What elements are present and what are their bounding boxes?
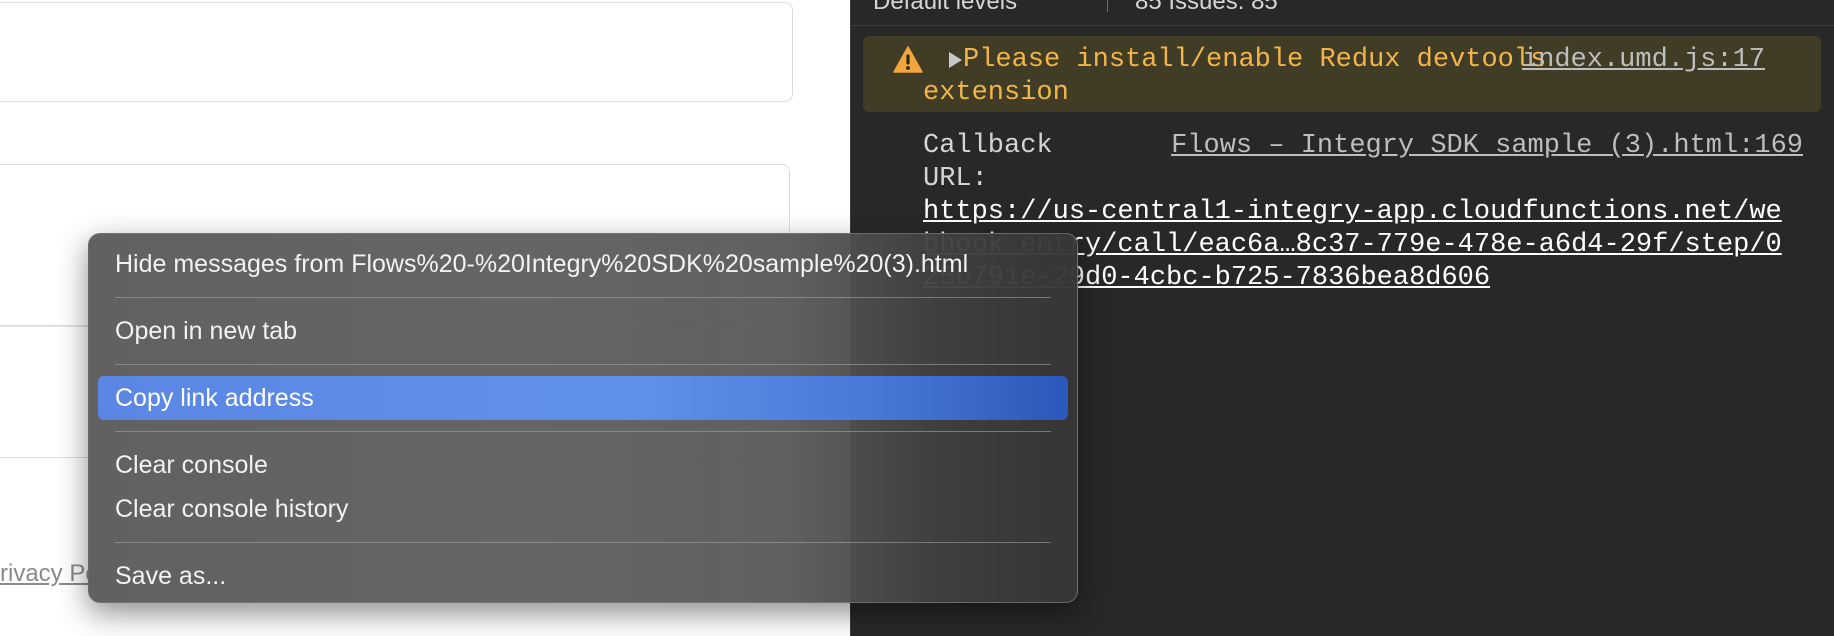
menu-item-copy-link-address[interactable]: Copy link address: [98, 376, 1068, 420]
menu-separator: [115, 297, 1051, 298]
menu-item-clear-console-history[interactable]: Clear console history: [98, 487, 1068, 531]
form-field-box[interactable]: [0, 2, 793, 102]
log-levels-dropdown[interactable]: Default levels: [873, 0, 1017, 16]
privacy-policy-link[interactable]: rivacy Po: [0, 560, 100, 588]
log-prefix: Callback URL:: [923, 131, 1053, 194]
warning-text: Please install/enable Redux devtools ext…: [923, 45, 1547, 108]
context-menu: Hide messages from Flows%20-%20Integry%2…: [88, 233, 1078, 603]
console-warning-message[interactable]: Please install/enable Redux devtools ext…: [863, 36, 1821, 112]
warning-source-link[interactable]: index.umd.js:17: [1522, 44, 1765, 77]
warning-icon: [893, 46, 923, 73]
console-toolbar: Default levels 85 Issues: 85: [851, 0, 1834, 26]
menu-item-hide-messages[interactable]: Hide messages from Flows%20-%20Integry%2…: [98, 242, 1068, 286]
issues-counter[interactable]: 85 Issues: 85: [1135, 0, 1278, 16]
log-source-link[interactable]: Flows – Integry SDK sample (3).html:169: [1171, 130, 1803, 163]
toolbar-divider: [1107, 0, 1108, 12]
menu-item-save-as[interactable]: Save as...: [98, 554, 1068, 598]
menu-item-clear-console[interactable]: Clear console: [98, 443, 1068, 487]
menu-separator: [115, 364, 1051, 365]
menu-separator: [115, 431, 1051, 432]
menu-separator: [115, 542, 1051, 543]
menu-item-open-new-tab[interactable]: Open in new tab: [98, 309, 1068, 353]
